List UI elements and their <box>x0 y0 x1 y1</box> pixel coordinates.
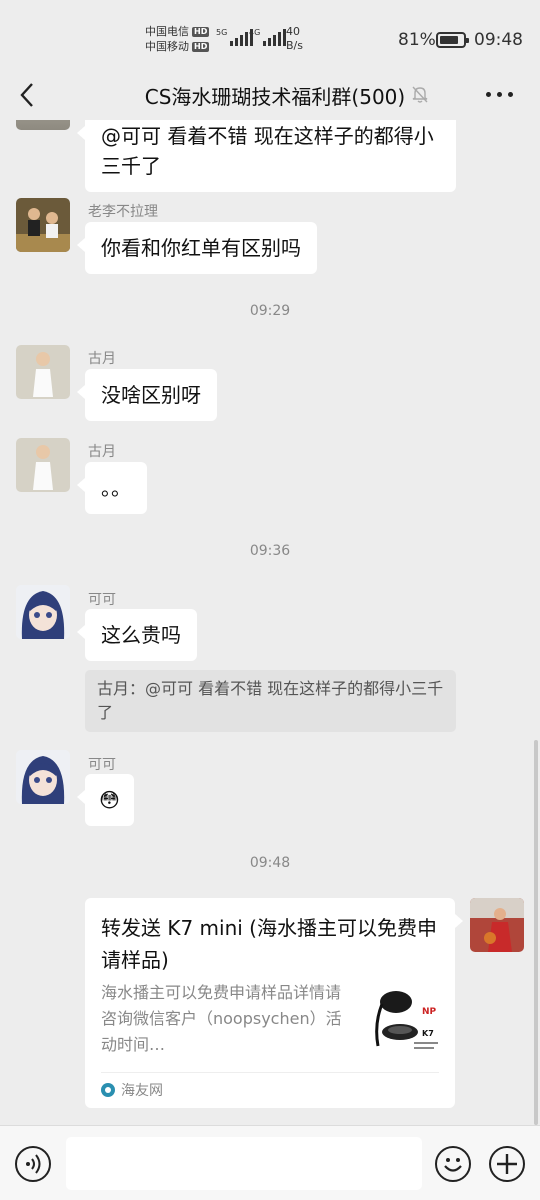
sender-name: 古月 <box>88 444 116 460</box>
quoted-message[interactable]: 古月：@可可 看着不错 现在这样子的都得小三千了 <box>85 670 456 732</box>
sender-name: 可可 <box>88 592 116 608</box>
status-bar: 中国电信 HD 中国移动 HD 5G 4G 40 B/s 81% 09:48 <box>0 0 540 70</box>
carrier-telecom: 中国电信 <box>145 25 189 38</box>
battery-percent: 81% <box>398 30 436 50</box>
message-list[interactable]: @可可 看着不错 现在这样子的都得小三千了 老李不拉理 你看和你红单有区别吗 0… <box>0 120 540 1125</box>
avatar[interactable] <box>16 438 70 492</box>
message-bubble[interactable]: @可可 看着不错 现在这样子的都得小三千了 <box>77 120 456 192</box>
site-logo-icon <box>101 1083 115 1097</box>
bell-off-icon <box>412 86 428 103</box>
scrollbar[interactable] <box>534 740 538 1125</box>
message-bubble[interactable]: 没啥区别呀 <box>77 369 217 421</box>
emoji-button[interactable] <box>435 1146 471 1182</box>
plus-circle-icon <box>497 1154 517 1174</box>
sender-name: 古月 <box>88 351 116 367</box>
timestamp: 09:36 <box>249 543 291 559</box>
link-card-source: 海友网 <box>101 1080 163 1100</box>
thumb-brand: K7 <box>422 1029 434 1038</box>
avatar[interactable] <box>16 345 70 399</box>
carrier-info: 中国电信 HD 中国移动 HD <box>145 24 210 54</box>
link-card-title: 转发送 K7 mini (海水播主可以免费申请样品) <box>101 916 437 972</box>
link-card[interactable]: 转发送 K7 mini (海水播主可以免费申请样品) 海水播主可以免费申请样品详… <box>85 898 463 1108</box>
signal-4g-icon: 4G <box>249 28 287 46</box>
link-card-description: 海水播主可以免费申请样品详情请咨询微信客户（noopsychen）活动时间… <box>101 983 342 1054</box>
message-input[interactable] <box>66 1137 422 1190</box>
more-horizontal-icon[interactable] <box>486 92 513 97</box>
product-thumbnail-icon: NP K7 <box>368 984 442 1058</box>
message-bubble[interactable]: 这么贵吗 <box>77 609 197 661</box>
status-time: 09:48 <box>474 30 523 50</box>
page-title[interactable]: CS海水珊瑚技术福利群(500) <box>0 81 540 110</box>
plus-button[interactable] <box>489 1146 525 1182</box>
chat-header: CS海水珊瑚技术福利群(500) <box>0 70 540 120</box>
thumb-logo: NP <box>422 1007 437 1017</box>
voice-icon <box>26 1154 41 1174</box>
hd-badge: HD <box>192 26 210 37</box>
input-bar <box>0 1125 540 1200</box>
timestamp: 09:48 <box>249 855 291 871</box>
battery-icon <box>436 32 469 48</box>
divider <box>101 1072 439 1073</box>
avatar[interactable] <box>16 750 70 804</box>
voice-button[interactable] <box>15 1146 51 1182</box>
network-speed: 40 B/s <box>286 25 303 52</box>
sender-name: 老李不拉理 <box>88 204 158 220</box>
smile-icon <box>444 1158 462 1172</box>
message-bubble[interactable]: 你看和你红单有区别吗 <box>77 222 317 274</box>
message-bubble[interactable]: 😳 <box>77 774 134 826</box>
avatar[interactable] <box>16 198 70 252</box>
avatar[interactable] <box>470 898 524 952</box>
signal-5g-icon: 5G <box>216 28 254 46</box>
flushed-emoji-icon: 😳 <box>99 788 120 812</box>
message-bubble[interactable]: 。。 <box>77 462 147 514</box>
avatar[interactable] <box>16 585 70 639</box>
hd-badge: HD <box>192 41 210 52</box>
avatar[interactable] <box>16 120 70 130</box>
timestamp: 09:29 <box>249 303 291 319</box>
carrier-mobile: 中国移动 <box>145 40 189 53</box>
sender-name: 可可 <box>88 757 116 773</box>
